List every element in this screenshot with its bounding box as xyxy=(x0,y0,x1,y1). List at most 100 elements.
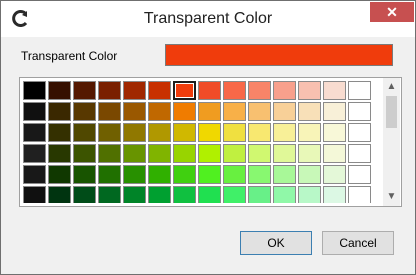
color-swatch[interactable] xyxy=(148,144,171,163)
color-swatch[interactable] xyxy=(348,102,371,121)
color-swatch[interactable] xyxy=(323,165,346,184)
color-swatch[interactable] xyxy=(123,102,146,121)
color-swatch[interactable] xyxy=(348,144,371,163)
swatch-grid xyxy=(23,81,378,203)
color-swatch[interactable] xyxy=(273,186,296,203)
color-swatch[interactable] xyxy=(348,81,371,100)
color-swatch[interactable] xyxy=(123,165,146,184)
color-swatch[interactable] xyxy=(323,186,346,203)
color-swatch[interactable] xyxy=(248,165,271,184)
color-swatch[interactable] xyxy=(348,186,371,203)
color-swatch[interactable] xyxy=(173,123,196,142)
color-swatch[interactable] xyxy=(48,81,71,100)
color-swatch[interactable] xyxy=(123,144,146,163)
color-swatch[interactable] xyxy=(48,123,71,142)
ok-button[interactable]: OK xyxy=(240,231,312,255)
color-swatch[interactable] xyxy=(298,102,321,121)
color-swatch[interactable] xyxy=(123,186,146,203)
color-swatch[interactable] xyxy=(323,123,346,142)
color-swatch[interactable] xyxy=(23,81,46,100)
color-swatch[interactable] xyxy=(148,165,171,184)
transparent-color-label: Transparent Color xyxy=(21,49,118,63)
color-swatch[interactable] xyxy=(348,123,371,142)
close-button[interactable]: ✕ xyxy=(370,2,414,22)
vertical-scrollbar[interactable]: ▲ ▼ xyxy=(383,78,400,206)
scroll-down-icon[interactable]: ▼ xyxy=(383,190,400,204)
color-swatch[interactable] xyxy=(223,144,246,163)
color-swatch[interactable] xyxy=(98,81,121,100)
color-swatch[interactable] xyxy=(98,165,121,184)
color-swatch[interactable] xyxy=(148,81,171,100)
color-swatch[interactable] xyxy=(273,102,296,121)
color-swatch[interactable] xyxy=(23,144,46,163)
color-swatch[interactable] xyxy=(98,123,121,142)
color-swatch[interactable] xyxy=(73,102,96,121)
color-swatch[interactable] xyxy=(223,102,246,121)
color-swatch[interactable] xyxy=(248,144,271,163)
color-swatch[interactable] xyxy=(323,102,346,121)
color-swatch[interactable] xyxy=(23,102,46,121)
color-swatch[interactable] xyxy=(198,123,221,142)
window-title: Transparent Color xyxy=(143,10,273,27)
scroll-thumb[interactable] xyxy=(386,96,397,128)
color-swatch[interactable] xyxy=(173,81,196,100)
scroll-up-icon[interactable]: ▲ xyxy=(383,80,400,94)
color-swatch[interactable] xyxy=(23,165,46,184)
color-swatch[interactable] xyxy=(73,165,96,184)
color-swatch[interactable] xyxy=(298,165,321,184)
color-swatch[interactable] xyxy=(298,186,321,203)
title-bar[interactable]: Transparent Color ✕ xyxy=(1,1,415,37)
color-swatch[interactable] xyxy=(73,144,96,163)
color-swatch[interactable] xyxy=(148,123,171,142)
color-swatch[interactable] xyxy=(198,81,221,100)
color-swatch[interactable] xyxy=(273,144,296,163)
color-swatch[interactable] xyxy=(198,186,221,203)
color-swatch[interactable] xyxy=(73,81,96,100)
color-swatch[interactable] xyxy=(323,144,346,163)
color-swatch[interactable] xyxy=(73,186,96,203)
color-swatch[interactable] xyxy=(23,186,46,203)
color-swatch[interactable] xyxy=(98,186,121,203)
color-swatch[interactable] xyxy=(73,123,96,142)
color-swatch[interactable] xyxy=(248,186,271,203)
color-swatch[interactable] xyxy=(223,165,246,184)
cancel-button[interactable]: Cancel xyxy=(322,231,394,255)
color-preview[interactable] xyxy=(165,44,393,66)
color-swatch[interactable] xyxy=(48,144,71,163)
color-swatch[interactable] xyxy=(48,186,71,203)
color-swatch[interactable] xyxy=(173,186,196,203)
color-palette: ▲ ▼ xyxy=(19,77,402,207)
color-swatch[interactable] xyxy=(298,123,321,142)
color-swatch[interactable] xyxy=(298,81,321,100)
color-swatch[interactable] xyxy=(273,165,296,184)
color-swatch[interactable] xyxy=(248,102,271,121)
color-swatch[interactable] xyxy=(148,186,171,203)
color-swatch[interactable] xyxy=(323,81,346,100)
color-swatch[interactable] xyxy=(148,102,171,121)
color-swatch[interactable] xyxy=(198,102,221,121)
color-swatch[interactable] xyxy=(273,81,296,100)
color-swatch[interactable] xyxy=(348,165,371,184)
color-swatch[interactable] xyxy=(23,123,46,142)
color-swatch[interactable] xyxy=(48,102,71,121)
color-swatch[interactable] xyxy=(98,102,121,121)
color-swatch[interactable] xyxy=(223,81,246,100)
color-swatch[interactable] xyxy=(223,123,246,142)
color-swatch[interactable] xyxy=(173,165,196,184)
color-swatch[interactable] xyxy=(123,123,146,142)
color-swatch[interactable] xyxy=(198,165,221,184)
color-swatch[interactable] xyxy=(248,81,271,100)
color-swatch[interactable] xyxy=(173,102,196,121)
close-icon: ✕ xyxy=(386,4,398,20)
color-swatch[interactable] xyxy=(123,81,146,100)
dialog-body: Transparent Color ▲ ▼ OK Cancel xyxy=(8,37,408,267)
color-swatch[interactable] xyxy=(173,144,196,163)
color-swatch[interactable] xyxy=(198,144,221,163)
color-swatch[interactable] xyxy=(98,144,121,163)
color-swatch[interactable] xyxy=(273,123,296,142)
color-swatch[interactable] xyxy=(48,165,71,184)
color-swatch[interactable] xyxy=(248,123,271,142)
color-swatch[interactable] xyxy=(223,186,246,203)
dialog-window: Transparent Color ✕ Transparent Color ▲ … xyxy=(0,0,416,275)
color-swatch[interactable] xyxy=(298,144,321,163)
